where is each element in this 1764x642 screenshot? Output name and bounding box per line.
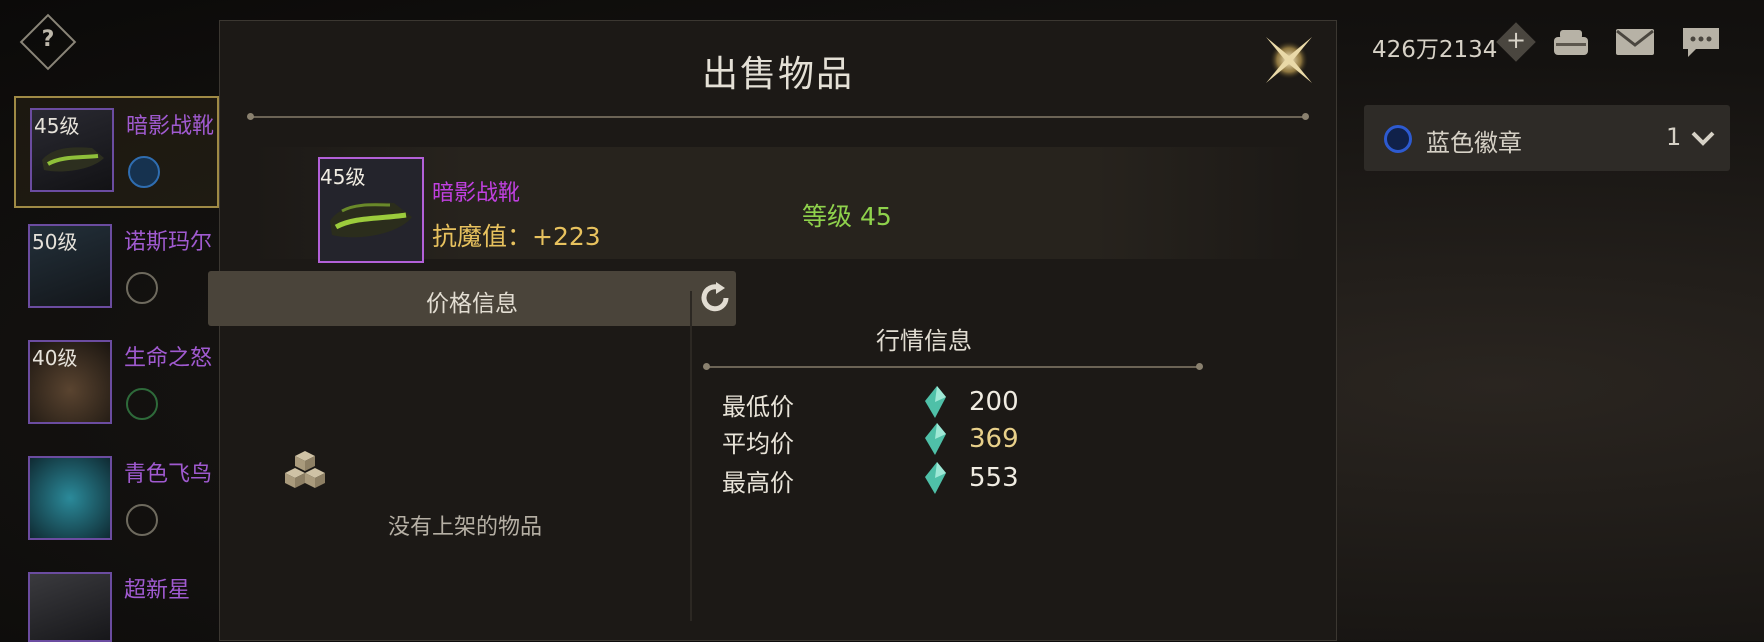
chat-icon[interactable] (1680, 25, 1722, 59)
empty-listing-text: 没有上架的物品 (388, 515, 543, 540)
badge-filter-count: 1 (1666, 123, 1682, 151)
equipped-icon (128, 156, 160, 188)
item-stat: 抗魔值：+223 (432, 222, 601, 251)
list-item[interactable]: 40级 生命之怒 (14, 330, 219, 442)
item-name: 青色飞鸟 (124, 462, 213, 487)
min-price-label: 最低价 (722, 393, 794, 421)
list-item[interactable]: 50级 诺斯玛尔 (14, 214, 219, 326)
max-price-label: 最高价 (722, 469, 794, 497)
dialog-title: 出售物品 (701, 54, 854, 95)
item-level: 40级 (32, 346, 78, 370)
mail-icon[interactable] (1614, 25, 1656, 59)
item-level: 50级 (32, 230, 78, 254)
market-divider (703, 363, 1203, 370)
currency-amount: 426万2134 (1372, 37, 1498, 63)
market-info-title: 行情信息 (876, 327, 972, 355)
blue-badge-icon (1384, 125, 1412, 153)
plus-icon[interactable]: + (1503, 26, 1529, 54)
item-name: 生命之怒 (124, 346, 213, 371)
gem-icon (925, 462, 946, 494)
chevron-down-icon[interactable] (1690, 127, 1716, 149)
refresh-icon[interactable] (698, 281, 732, 315)
item-thumbnail (28, 572, 112, 642)
item-level: 45级 (320, 165, 366, 189)
item-name: 诺斯玛尔 (124, 230, 213, 255)
empty-slot-icon (126, 388, 158, 420)
avg-price-label: 平均价 (722, 430, 794, 458)
gem-icon (925, 386, 946, 418)
min-price-value: 200 (969, 387, 1019, 417)
price-info-title: 价格信息 (426, 291, 518, 317)
badge-filter-label: 蓝色徽章 (1426, 129, 1522, 157)
item-grade: 等级 45 (802, 202, 892, 231)
boxes-icon (285, 451, 325, 488)
help-icon[interactable]: ? (36, 27, 60, 52)
empty-slot-icon (126, 504, 158, 536)
sell-item-dialog: 出售物品 45级 暗影战靴 抗魔值：+223 等级 45 价格信息 没有上架的物… (208, 20, 1337, 641)
item-name: 暗影战靴 (432, 181, 521, 206)
title-divider (247, 113, 1309, 120)
badge-filter-dropdown[interactable]: 蓝色徽章 1 (1364, 105, 1730, 171)
list-item[interactable]: 青色飞鸟 (14, 446, 219, 558)
close-icon[interactable] (1258, 29, 1320, 91)
avg-price-value: 369 (969, 424, 1019, 454)
price-info-header: 价格信息 (208, 271, 736, 326)
empty-slot-icon (126, 272, 158, 304)
max-price-value: 553 (969, 463, 1019, 493)
list-item[interactable]: 45级 暗影战靴 (14, 96, 219, 208)
item-thumbnail (28, 456, 112, 540)
item-name: 超新星 (124, 578, 191, 603)
item-level: 45级 (34, 114, 80, 138)
item-name: 暗影战靴 (126, 114, 215, 139)
gem-icon (925, 423, 946, 455)
shop-icon[interactable] (1550, 25, 1592, 59)
list-item[interactable]: 超新星 (14, 562, 219, 642)
